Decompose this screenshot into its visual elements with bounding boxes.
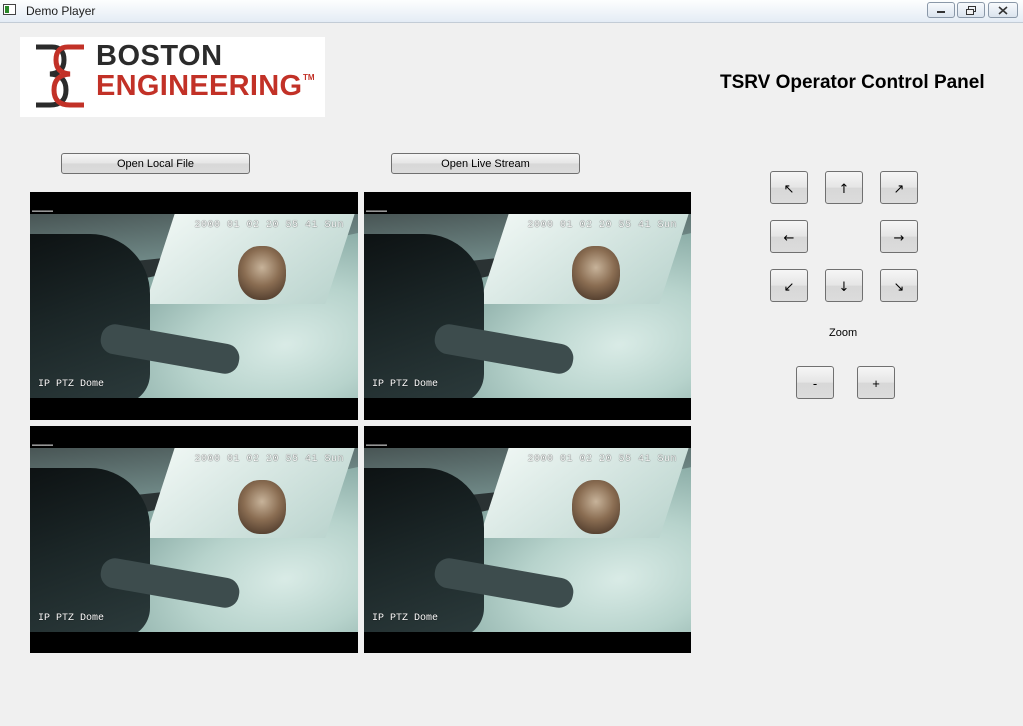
pan-down-button[interactable]: ↓ — [825, 269, 863, 302]
minimize-button[interactable] — [927, 2, 955, 18]
boston-engineering-logo: BOSTON ENGINEERING TM — [20, 37, 325, 117]
video-frame — [364, 448, 691, 632]
feed-camera-label: IP PTZ Dome — [38, 613, 105, 624]
feed-timestamp: 2000 01 02 20 55 41 Sun — [527, 454, 677, 465]
logo-line-boston: BOSTON — [96, 40, 223, 72]
zoom-in-button[interactable]: + — [857, 366, 895, 399]
feed-osd-channel: ▬▬▬▬▬▬▬ — [366, 208, 388, 214]
pan-left-button[interactable]: ← — [770, 220, 808, 253]
window-title: Demo Player — [26, 4, 96, 18]
feed-osd-channel: ▬▬▬▬▬▬▬ — [366, 442, 388, 448]
video-frame — [30, 448, 358, 632]
feed-osd-channel: ▬▬▬▬▬▬▬ — [32, 442, 54, 448]
arrow-left-icon: ← — [783, 231, 795, 246]
restore-button[interactable] — [957, 2, 985, 18]
video-feed-3[interactable]: ▬▬▬▬▬▬▬ 2000 01 02 20 55 41 Sun IP PTZ D… — [30, 426, 358, 653]
video-frame — [30, 214, 358, 398]
be-logo-mark-icon — [36, 44, 84, 108]
zoom-out-button[interactable]: - — [796, 366, 834, 399]
arrow-down-icon: ↓ — [838, 280, 850, 295]
feed-camera-label: IP PTZ Dome — [372, 379, 439, 390]
close-icon — [998, 6, 1008, 15]
arrow-up-left-icon: ↖ — [783, 182, 795, 197]
video-feed-4[interactable]: ▬▬▬▬▬▬▬ 2000 01 02 20 55 41 Sun IP PTZ D… — [364, 426, 691, 653]
feed-camera-label: IP PTZ Dome — [372, 613, 439, 624]
pan-right-button[interactable]: → — [880, 220, 918, 253]
pan-up-left-button[interactable]: ↖ — [770, 171, 808, 204]
arrow-right-icon: → — [893, 231, 905, 246]
pan-up-button[interactable]: ↑ — [825, 171, 863, 204]
restore-icon — [966, 6, 976, 15]
feed-camera-label: IP PTZ Dome — [38, 379, 105, 390]
feed-timestamp: 2000 01 02 20 55 41 Sun — [527, 220, 677, 231]
video-feed-1[interactable]: ▬▬▬▬▬▬▬ 2000 01 02 20 55 41 Sun IP PTZ D… — [30, 192, 358, 420]
arrow-down-right-icon: ↘ — [893, 280, 905, 295]
zoom-label: Zoom — [829, 327, 858, 339]
pan-down-left-button[interactable]: ↙ — [770, 269, 808, 302]
feed-timestamp: 2000 01 02 20 55 41 Sun — [194, 220, 344, 231]
close-button[interactable] — [988, 2, 1018, 18]
arrow-up-right-icon: ↗ — [893, 182, 905, 197]
feed-osd-channel: ▬▬▬▬▬▬▬ — [32, 208, 54, 214]
feed-timestamp: 2000 01 02 20 55 41 Sun — [194, 454, 344, 465]
app-icon — [3, 4, 16, 15]
pan-down-right-button[interactable]: ↘ — [880, 269, 918, 302]
open-local-file-button[interactable]: Open Local File — [61, 153, 250, 174]
pan-up-right-button[interactable]: ↗ — [880, 171, 918, 204]
window-titlebar[interactable]: Demo Player — [0, 0, 1023, 23]
video-frame — [364, 214, 691, 398]
arrow-up-icon: ↑ — [838, 182, 850, 197]
logo-line-engineering: ENGINEERING — [96, 70, 303, 102]
video-feed-2[interactable]: ▬▬▬▬▬▬▬ 2000 01 02 20 55 41 Sun IP PTZ D… — [364, 192, 691, 420]
panel-title: TSRV Operator Control Panel — [720, 72, 985, 93]
arrow-down-left-icon: ↙ — [783, 280, 795, 295]
open-live-stream-button[interactable]: Open Live Stream — [391, 153, 580, 174]
logo-trademark: TM — [303, 73, 315, 82]
minimize-icon — [937, 11, 945, 13]
